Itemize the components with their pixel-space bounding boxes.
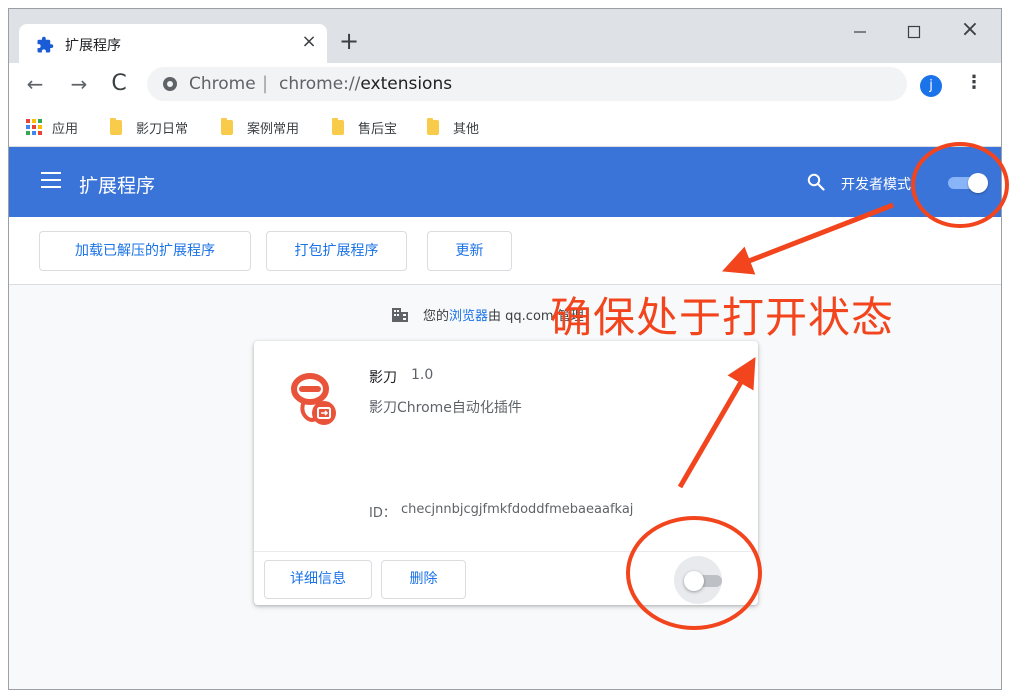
bookmark-label: 案例常用 (247, 121, 300, 137)
forward-button[interactable]: → (66, 71, 92, 97)
kebab-menu-icon[interactable]: ⋮ (965, 73, 983, 95)
maximize-button[interactable] (899, 19, 929, 45)
load-unpacked-button[interactable]: 加载已解压的扩展程序 (39, 231, 251, 271)
bookmark-folder[interactable]: 案例常用 (221, 117, 299, 137)
extension-version: 1.0 (411, 367, 434, 383)
extension-id-label: ID： (369, 506, 396, 521)
address-bar[interactable]: Chrome | chrome://extensions ☆ (147, 67, 907, 101)
bookmark-label: 其他 (453, 121, 480, 137)
extensions-action-bar: 加载已解压的扩展程序 打包扩展程序 更新 (9, 217, 1001, 285)
update-button[interactable]: 更新 (427, 231, 512, 271)
pack-extension-button[interactable]: 打包扩展程序 (266, 231, 407, 271)
extensions-header: 扩展程序 开发者模式 (9, 147, 1001, 217)
chrome-site-icon (163, 77, 177, 91)
tab-close-icon[interactable]: × (299, 32, 319, 52)
developer-mode-label: 开发者模式 (841, 177, 911, 193)
browser-toolbar: ← → C Chrome | chrome://extensions ☆ j ⋮ (9, 63, 1001, 105)
folder-icon (221, 117, 233, 135)
bookmark-folder[interactable]: 售后宝 (332, 117, 397, 137)
extension-name: 影刀 (369, 370, 397, 386)
extension-card: 影刀 1.0 影刀Chrome自动化插件 ID： checjnnbjcgjfmk… (254, 341, 758, 605)
address-url-path: extensions (360, 74, 453, 94)
bookmarks-bar: 应用 影刀日常 案例常用 售后宝 其他 (9, 105, 1001, 147)
puzzle-piece-icon (37, 36, 54, 53)
managed-prefix: 您的 (423, 309, 450, 324)
minimize-button[interactable] (845, 19, 875, 45)
tab-title: 扩展程序 (65, 38, 121, 54)
folder-icon (110, 117, 122, 135)
yingdao-logo-icon (291, 373, 336, 425)
tab-strip: 扩展程序 × + × (9, 9, 1001, 63)
folder-icon (332, 117, 344, 135)
managed-browser-link[interactable]: 浏览器 (449, 305, 488, 324)
bookmark-label: 影刀日常 (136, 121, 189, 137)
building-icon (392, 307, 408, 322)
address-url: chrome://extensions (279, 74, 452, 94)
close-window-button[interactable]: × (955, 19, 985, 45)
browser-window: 扩展程序 × + × ← → C Chrome | chrome://exten… (8, 8, 1002, 690)
tab-extensions[interactable]: 扩展程序 × (19, 24, 327, 63)
extension-id: checjnnbjcgjfmkfdoddfmebaeaafkaj (401, 502, 634, 517)
bookmark-label: 应用 (52, 121, 79, 137)
annotation-text: 确保处于打开状态 (550, 293, 895, 342)
profile-avatar[interactable]: j (920, 75, 942, 97)
new-tab-button[interactable]: + (336, 29, 362, 55)
address-url-scheme: chrome:// (279, 74, 361, 94)
developer-mode-toggle[interactable] (946, 173, 988, 193)
details-button[interactable]: 详细信息 (264, 560, 372, 599)
bookmark-apps[interactable]: 应用 (26, 117, 78, 137)
search-icon[interactable] (807, 173, 825, 191)
address-site-label: Chrome (189, 74, 256, 94)
minimize-icon (854, 31, 866, 33)
extension-enable-toggle[interactable] (684, 571, 726, 591)
bookmark-label: 售后宝 (358, 121, 398, 137)
hamburger-menu-icon[interactable] (41, 172, 61, 188)
remove-button[interactable]: 删除 (381, 560, 466, 599)
bookmark-folder[interactable]: 其他 (427, 117, 479, 137)
folder-icon (427, 117, 439, 135)
extension-description: 影刀Chrome自动化插件 (369, 400, 522, 416)
card-divider (254, 551, 758, 552)
bookmark-folder[interactable]: 影刀日常 (110, 117, 188, 137)
address-separator: | (262, 73, 269, 94)
page-title: 扩展程序 (79, 175, 156, 197)
maximize-icon (907, 25, 921, 39)
apps-grid-icon (26, 119, 42, 135)
back-button[interactable]: ← (22, 71, 48, 97)
reload-button[interactable]: C (106, 71, 132, 97)
